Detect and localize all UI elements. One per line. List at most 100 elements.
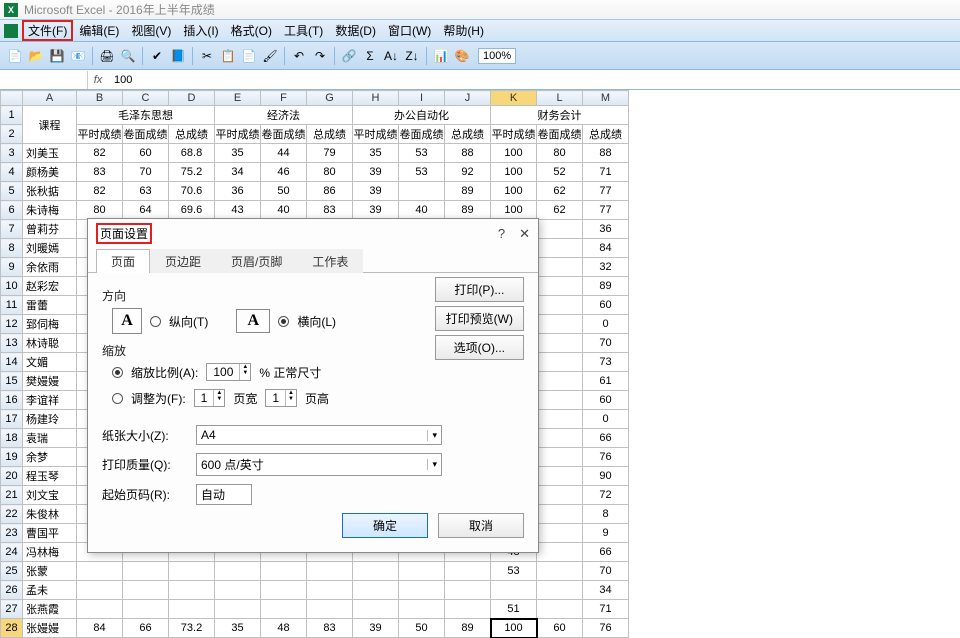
dialog-title-bar[interactable]: 页面设置 ? ✕	[88, 219, 538, 248]
data-cell[interactable]	[537, 581, 583, 600]
subheader-cell[interactable]: 平时成绩	[491, 125, 537, 144]
data-cell[interactable]: 73.2	[169, 619, 215, 638]
subheader-cell[interactable]: 平时成绩	[77, 125, 123, 144]
print-icon[interactable]: 🖨	[98, 47, 116, 65]
data-cell[interactable]	[537, 315, 583, 334]
name-cell[interactable]: 张嫚嫚	[23, 619, 77, 638]
subheader-cell[interactable]: 卷面成绩	[123, 125, 169, 144]
tab-header-footer[interactable]: 页眉/页脚	[216, 249, 297, 273]
data-cell[interactable]: 89	[445, 619, 491, 638]
data-cell[interactable]: 60	[583, 296, 629, 315]
data-cell[interactable]	[537, 239, 583, 258]
data-cell[interactable]: 39	[353, 163, 399, 182]
data-cell[interactable]: 53	[399, 144, 445, 163]
data-cell[interactable]: 80	[537, 144, 583, 163]
close-icon[interactable]: ✕	[519, 226, 530, 242]
data-cell[interactable]: 48	[261, 619, 307, 638]
row-hdr[interactable]: 24	[1, 543, 23, 562]
data-cell[interactable]	[537, 600, 583, 619]
name-cell[interactable]: 曹国平	[23, 524, 77, 543]
data-cell[interactable]	[537, 334, 583, 353]
subheader-cell[interactable]: 卷面成绩	[537, 125, 583, 144]
data-cell[interactable]	[537, 220, 583, 239]
subheader-cell[interactable]: 卷面成绩	[261, 125, 307, 144]
data-cell[interactable]: 70.6	[169, 182, 215, 201]
row-hdr[interactable]: 15	[1, 372, 23, 391]
sort-desc-icon[interactable]: Z↓	[403, 47, 421, 65]
data-cell[interactable]: 8	[583, 505, 629, 524]
subheader-cell[interactable]: 卷面成绩	[399, 125, 445, 144]
data-cell[interactable]: 34	[583, 581, 629, 600]
data-cell[interactable]	[537, 486, 583, 505]
data-cell[interactable]: 83	[77, 163, 123, 182]
print-preview-button[interactable]: 打印预览(W)	[435, 306, 524, 331]
fit-to-radio[interactable]	[112, 393, 123, 404]
data-cell[interactable]: 43	[215, 201, 261, 220]
row-hdr[interactable]: 3	[1, 144, 23, 163]
sum-icon[interactable]: Σ	[361, 47, 379, 65]
portrait-radio[interactable]	[150, 316, 161, 327]
data-cell[interactable]: 52	[537, 163, 583, 182]
subheader-cell[interactable]: 平时成绩	[215, 125, 261, 144]
data-cell[interactable]: 53	[399, 163, 445, 182]
menu-window[interactable]: 窗口(W)	[382, 20, 437, 41]
name-cell[interactable]: 雷蕾	[23, 296, 77, 315]
data-cell[interactable]: 90	[583, 467, 629, 486]
data-cell[interactable]: 60	[583, 391, 629, 410]
data-cell[interactable]: 70	[583, 334, 629, 353]
data-cell[interactable]: 66	[583, 543, 629, 562]
data-cell[interactable]	[445, 600, 491, 619]
data-cell[interactable]: 89	[445, 201, 491, 220]
tab-page[interactable]: 页面	[96, 249, 150, 273]
data-cell[interactable]: 82	[77, 182, 123, 201]
row-hdr[interactable]: 7	[1, 220, 23, 239]
menu-insert[interactable]: 插入(I)	[177, 20, 224, 41]
col-L[interactable]: L	[537, 91, 583, 106]
row-hdr[interactable]: 12	[1, 315, 23, 334]
row-hdr[interactable]: 20	[1, 467, 23, 486]
name-cell[interactable]: 袁瑞	[23, 429, 77, 448]
tab-margins[interactable]: 页边距	[150, 249, 216, 273]
data-cell[interactable]: 50	[261, 182, 307, 201]
spell-icon[interactable]: ✔	[148, 47, 166, 65]
scale-ratio-radio[interactable]	[112, 367, 123, 378]
row-hdr[interactable]: 28	[1, 619, 23, 638]
data-cell[interactable]: 88	[445, 144, 491, 163]
col-J[interactable]: J	[445, 91, 491, 106]
cell-jingji[interactable]: 经济法	[215, 106, 353, 125]
save-icon[interactable]: 💾	[48, 47, 66, 65]
name-box[interactable]	[0, 71, 88, 89]
fx-icon[interactable]: fx	[88, 74, 108, 86]
row-hdr[interactable]: 27	[1, 600, 23, 619]
data-cell[interactable]: 39	[353, 619, 399, 638]
data-cell[interactable]: 40	[399, 201, 445, 220]
options-button[interactable]: 选项(O)...	[435, 335, 524, 360]
name-cell[interactable]: 曾莉芬	[23, 220, 77, 239]
data-cell[interactable]: 60	[537, 619, 583, 638]
row-hdr[interactable]: 8	[1, 239, 23, 258]
name-cell[interactable]: 郅伺梅	[23, 315, 77, 334]
fit-tall-spinner[interactable]: 1 ▲▼	[265, 389, 297, 407]
data-cell[interactable]	[353, 600, 399, 619]
data-cell[interactable]: 84	[77, 619, 123, 638]
landscape-radio[interactable]	[278, 316, 289, 327]
name-cell[interactable]: 孟未	[23, 581, 77, 600]
data-cell[interactable]: 63	[123, 182, 169, 201]
name-cell[interactable]: 杨建玲	[23, 410, 77, 429]
data-cell[interactable]: 62	[537, 182, 583, 201]
name-cell[interactable]: 余依雨	[23, 258, 77, 277]
data-cell[interactable]	[307, 581, 353, 600]
chart-icon[interactable]: 📊	[432, 47, 450, 65]
data-cell[interactable]: 39	[353, 201, 399, 220]
data-cell[interactable]: 39	[353, 182, 399, 201]
data-cell[interactable]: 100	[491, 163, 537, 182]
data-cell[interactable]: 86	[307, 182, 353, 201]
data-cell[interactable]: 100	[491, 619, 537, 638]
tab-sheet[interactable]: 工作表	[297, 249, 363, 273]
data-cell[interactable]	[399, 581, 445, 600]
cell-bangong[interactable]: 办公自动化	[353, 106, 491, 125]
format-painter-icon[interactable]: 🖌	[261, 47, 279, 65]
col-K[interactable]: K	[491, 91, 537, 106]
row-hdr[interactable]: 5	[1, 182, 23, 201]
data-cell[interactable]: 82	[77, 144, 123, 163]
